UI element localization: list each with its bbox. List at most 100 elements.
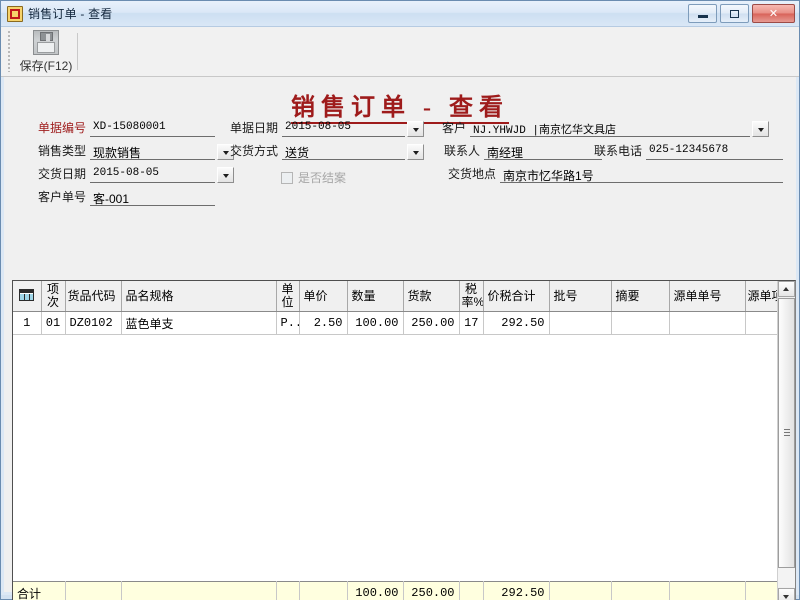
totals-src-seq [745,581,778,600]
scroll-up-button[interactable] [778,281,795,297]
col-header-src-seq[interactable]: 源单项次 [745,281,778,312]
grid-header-row: 项次 货品代码 品名规格 单位 单价 数量 货款 税率% 价税合计 批号 摘要 [13,281,778,312]
field-delivery-date: 交货日期 2015-08-05 [22,165,234,183]
doc-date-label: 单据日期 [229,121,278,135]
floppy-disk-icon [33,29,59,55]
col-header-price[interactable]: 单价 [299,281,348,312]
vertical-scroll-thumb[interactable] [778,298,795,568]
phone-label: 联系电话 [593,144,642,158]
vertical-scroll-track[interactable] [778,298,795,587]
doc-no-value[interactable]: XD-15080001 [90,120,215,137]
cell-qty[interactable]: 100.00 [347,311,404,335]
delivery-method-value[interactable]: 送货 [282,143,405,160]
field-phone: 联系电话 025-12345678 [582,142,783,160]
contact-label: 联系人 [443,144,480,158]
delivery-date-value[interactable]: 2015-08-05 [90,166,215,183]
doc-date-value[interactable]: 2015-08-05 [282,120,405,137]
col-header-batch[interactable]: 批号 [549,281,612,312]
cell-src-no[interactable] [669,311,746,335]
totals-batch [549,581,612,600]
app-icon [7,5,23,22]
cell-name[interactable]: 蓝色单支 [121,311,277,335]
closed-flag-label: 是否结案 [298,171,347,185]
table-row[interactable]: 1 01 DZ0102 蓝色单支 P.. 2.50 100.00 250.00 … [13,311,778,335]
grid-totals: 合计 100.00 250.00 292.50 [13,581,778,600]
cell-amount[interactable]: 250.00 [403,311,460,335]
field-sale-type: 销售类型 现款销售 [22,142,234,160]
close-button[interactable]: ✕ [752,4,795,23]
field-contact: 联系人 南经理 [436,142,602,160]
close-icon: ✕ [768,7,779,20]
cell-code[interactable]: DZ0102 [65,311,122,335]
totals-code [65,581,122,600]
totals-memo [611,581,670,600]
col-header-total[interactable]: 价税合计 [483,281,550,312]
save-button[interactable]: 保存(F12) [15,27,77,76]
delivery-method-label: 交货方式 [229,144,278,158]
toolbar-separator [77,33,78,70]
totals-unit [276,581,300,600]
title-bar: 销售订单 - 查看 ✕ [1,1,799,27]
maximize-button[interactable] [720,4,749,23]
maximize-icon [730,9,739,18]
cell-memo[interactable] [611,311,670,335]
customer-order-no-value[interactable]: 客-001 [90,189,215,206]
totals-src-no [669,581,746,600]
scroll-down-button[interactable] [778,588,795,600]
cell-taxrate[interactable]: 17 [459,311,484,335]
col-header-memo[interactable]: 摘要 [611,281,670,312]
grid-corner-header[interactable] [13,281,42,312]
col-header-name[interactable]: 品名规格 [121,281,277,312]
customer-label: 客户 [441,121,466,135]
header-form: 单据编号 XD-15080001 销售类型 现款销售 交货日期 2015-08-… [4,111,796,206]
cell-total[interactable]: 292.50 [483,311,550,335]
delivery-address-label: 交货地点 [447,167,496,181]
col-header-code[interactable]: 货品代码 [65,281,122,312]
customer-chevron-down-icon[interactable] [752,121,769,137]
totals-row: 合计 100.00 250.00 292.50 [13,581,778,600]
window-frame: 销售订单 - 查看 ✕ 保存(F12) 销售订单 - 查看 单据编号 XD-15… [0,0,800,600]
phone-value[interactable]: 025-12345678 [646,143,783,160]
save-button-label: 保存(F12) [19,58,73,73]
cell-seq[interactable]: 01 [41,311,66,335]
col-header-unit[interactable]: 单位 [276,281,300,312]
minimize-button[interactable] [688,4,717,23]
line-items-grid: 项次 货品代码 品名规格 单位 单价 数量 货款 税率% 价税合计 批号 摘要 [12,280,796,600]
delivery-address-value[interactable]: 南京市忆华路1号 [500,166,783,183]
form-body: 销售订单 - 查看 单据编号 XD-15080001 销售类型 现款销售 交货日… [1,77,799,600]
field-delivery-address: 交货地点 南京市忆华路1号 [436,165,783,183]
totals-taxrate [459,581,484,600]
field-doc-no: 单据编号 XD-15080001 [22,119,215,137]
totals-name [121,581,277,600]
col-header-src-no[interactable]: 源单单号 [669,281,746,312]
col-header-taxrate[interactable]: 税率% [459,281,484,312]
sale-type-label: 销售类型 [37,144,86,158]
col-header-seq[interactable]: 项次 [41,281,66,312]
cell-src-seq[interactable] [745,311,778,335]
doc-date-chevron-down-icon[interactable] [407,121,424,137]
toolbar-grip[interactable] [5,31,13,72]
sale-type-value[interactable]: 现款销售 [90,143,215,160]
grid-vertical-scrollbar[interactable] [777,281,795,600]
col-header-qty[interactable]: 数量 [347,281,404,312]
totals-price [299,581,348,600]
page-title: 销售订单 - 查看 [4,77,796,124]
window-controls: ✕ [688,4,795,23]
cell-price[interactable]: 2.50 [299,311,348,335]
grid-select-all-icon [19,288,35,301]
totals-total: 292.50 [483,581,550,600]
col-header-amount[interactable]: 货款 [403,281,460,312]
totals-qty: 100.00 [347,581,404,600]
doc-no-label: 单据编号 [37,121,86,135]
customer-value[interactable]: NJ.YHWJD |南京忆华文具店 [470,120,750,137]
delivery-date-chevron-down-icon[interactable] [217,167,234,183]
delivery-method-chevron-down-icon[interactable] [407,144,424,160]
cell-batch[interactable] [549,311,612,335]
delivery-date-label: 交货日期 [37,167,86,181]
application-window: 销售订单 - 查看 ✕ 保存(F12) 销售订单 - 查看 单据编号 XD-15… [0,0,800,600]
row-number[interactable]: 1 [13,311,42,335]
cell-unit[interactable]: P.. [276,311,300,335]
closed-flag-checkbox[interactable]: 是否结案 [281,169,346,186]
minimize-icon [697,14,708,18]
field-customer: 客户 NJ.YHWJD |南京忆华文具店 [436,119,769,137]
